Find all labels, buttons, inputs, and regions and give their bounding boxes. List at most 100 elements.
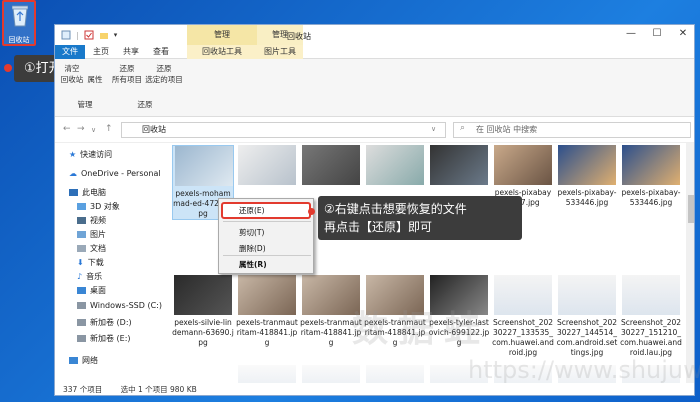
tab-file[interactable]: 文件: [55, 45, 85, 59]
sidebar-item-this-pc[interactable]: 此电脑: [69, 187, 106, 198]
file-name: pexels-tranmautritam-418841.jpg: [236, 318, 298, 347]
restore-selected-button[interactable]: 还原 选定的项目: [143, 63, 185, 85]
recycle-bin-desktop-icon[interactable]: 回收站: [2, 0, 36, 46]
sidebar-item-3d[interactable]: 3D 对象: [77, 201, 120, 212]
file-item[interactable]: [364, 365, 426, 383]
props-label: 属性: [87, 75, 103, 84]
file-item[interactable]: Screenshot_20230227_144514_com.android.s…: [556, 275, 618, 358]
sidebar-label: 视频: [90, 216, 106, 225]
file-item[interactable]: Screenshot_20230227_151210_com.huawei.an…: [620, 275, 682, 358]
thumbnail: [622, 275, 680, 315]
thumbnail: [494, 275, 552, 315]
sidebar-label: Windows-SSD (C:): [90, 301, 162, 310]
qa-divider: |: [76, 30, 79, 40]
close-button[interactable]: ✕: [670, 25, 694, 45]
file-item[interactable]: [236, 365, 298, 383]
file-item[interactable]: pexels-pixabay-533446.jpg: [620, 145, 682, 208]
menu-item-delete[interactable]: 删除(D): [239, 243, 266, 254]
sidebar-item-drive-e[interactable]: 新加卷 (E:): [77, 333, 131, 344]
file-item[interactable]: [236, 145, 298, 188]
sidebar-item-videos[interactable]: 视频: [77, 215, 106, 226]
restore-sel-label-2: 选定的项目: [145, 75, 183, 84]
file-item[interactable]: pexels-silvie-lindemann-63690.jpg: [172, 275, 234, 348]
sidebar-item-quick-access[interactable]: ★ 快速访问: [69, 149, 112, 160]
navigation-pane: ★ 快速访问 ☁ OneDrive - Personal 此电脑 3D 对象 视频 …: [55, 143, 167, 383]
ribbon: 清空 回收站 属性 还原 所有项目 还原 选定的项目 管理 还原: [55, 59, 694, 117]
sidebar-label: 新加卷 (D:): [90, 318, 132, 327]
file-item[interactable]: [300, 365, 362, 383]
file-name: pexels-silvie-lindemann-63690.jpg: [172, 318, 234, 347]
restore-all-button[interactable]: 还原 所有项目: [109, 63, 145, 85]
file-item[interactable]: [364, 145, 426, 188]
folder-small-icon[interactable]: [99, 30, 109, 40]
quick-access-toolbar: | ▾: [61, 30, 117, 40]
sidebar-label: 图片: [90, 230, 106, 239]
sidebar-item-network[interactable]: 网络: [69, 355, 98, 366]
address-box[interactable]: 回收站: [121, 122, 446, 138]
file-item[interactable]: pexels-tranmautritam-418841.jpg: [236, 275, 298, 348]
up-arrow-icon[interactable]: ↑: [105, 124, 113, 134]
video-icon: [77, 217, 86, 224]
search-input[interactable]: 在 回收站 中搜索: [453, 122, 691, 138]
menu-item-cut[interactable]: 剪切(T): [239, 227, 264, 238]
thumbnail: [302, 365, 360, 383]
address-dropdown-icon[interactable]: ∨: [431, 125, 436, 133]
restore-all-label-1: 还原: [119, 64, 135, 73]
menu-item-properties[interactable]: 属性(R): [239, 259, 267, 270]
scrollbar-thumb[interactable]: [688, 195, 694, 223]
thumbnail: [174, 275, 232, 315]
group-label-restore: 还原: [137, 100, 153, 109]
drive-icon: [77, 319, 86, 326]
vertical-scrollbar[interactable]: [686, 143, 694, 383]
callout-marker: [308, 208, 315, 215]
thumbnail: [558, 145, 616, 185]
file-item[interactable]: Screenshot_20230227_133535_com.huawei.an…: [492, 275, 554, 358]
thumbnail: [238, 145, 296, 185]
cloud-icon: ☁: [69, 169, 77, 178]
sidebar-item-onedrive[interactable]: ☁ OneDrive - Personal: [69, 169, 161, 178]
maximize-button[interactable]: ☐: [644, 25, 670, 45]
menu-separator: [223, 255, 311, 256]
sidebar-item-drive-c[interactable]: Windows-SSD (C:): [77, 301, 162, 310]
ribbon-tabs: 文件 主页 共享 查看 回收站工具 图片工具: [55, 45, 694, 59]
sidebar-label: 文档: [90, 244, 106, 253]
file-item[interactable]: pexels-pixabay-533446.jpg: [556, 145, 618, 208]
thumbnail: [175, 146, 233, 186]
menu-item-restore[interactable]: 还原(E): [221, 202, 311, 219]
sidebar-item-documents[interactable]: 文档: [77, 243, 106, 254]
search-placeholder: 在 回收站 中搜索: [476, 125, 538, 134]
recycle-properties-button[interactable]: 属性: [85, 74, 105, 85]
sidebar-item-music[interactable]: ♪ 音乐: [77, 271, 102, 282]
sidebar-label: 音乐: [86, 272, 103, 281]
file-name: Screenshot_20230227_133535_com.huawei.an…: [492, 318, 554, 357]
tab-recycle-tools[interactable]: 回收站工具: [187, 45, 257, 59]
callout-step2-line1: ②右键点击想要恢复的文件: [324, 202, 467, 216]
empty-recycle-button[interactable]: 清空 回收站: [59, 63, 85, 85]
sidebar-item-desktop[interactable]: 桌面: [77, 285, 106, 296]
forward-arrow-icon[interactable]: →: [77, 124, 85, 134]
recent-dropdown-icon[interactable]: ∨: [91, 126, 96, 134]
minimize-button[interactable]: —: [618, 25, 644, 45]
callout-marker: [4, 64, 12, 72]
group-label-manage: 管理: [77, 100, 93, 109]
sidebar-label: 快速访问: [80, 150, 113, 159]
menu-separator: [223, 221, 311, 222]
tab-picture-tools[interactable]: 图片工具: [257, 45, 303, 59]
sidebar-item-downloads[interactable]: ⬇ 下载: [77, 257, 104, 268]
tab-home[interactable]: 主页: [87, 45, 115, 59]
back-arrow-icon[interactable]: ←: [63, 124, 71, 134]
file-name: pexels-pixabay-533446.jpg: [557, 188, 617, 207]
computer-icon: [69, 189, 78, 196]
qa-dropdown-icon[interactable]: ▾: [114, 31, 118, 39]
sidebar-item-drive-d[interactable]: 新加卷 (D:): [77, 317, 132, 328]
address-path: 回收站: [142, 125, 166, 134]
empty-label-1: 清空: [64, 64, 80, 73]
file-item[interactable]: [428, 145, 490, 188]
properties-check-icon[interactable]: [84, 30, 94, 40]
music-icon: ♪: [77, 272, 83, 281]
sidebar-item-pictures[interactable]: 图片: [77, 229, 106, 240]
tab-share[interactable]: 共享: [117, 45, 145, 59]
context-menu: 还原(E) 剪切(T) 删除(D) 属性(R): [218, 198, 314, 274]
file-item[interactable]: [300, 145, 362, 188]
tab-view[interactable]: 查看: [147, 45, 175, 59]
